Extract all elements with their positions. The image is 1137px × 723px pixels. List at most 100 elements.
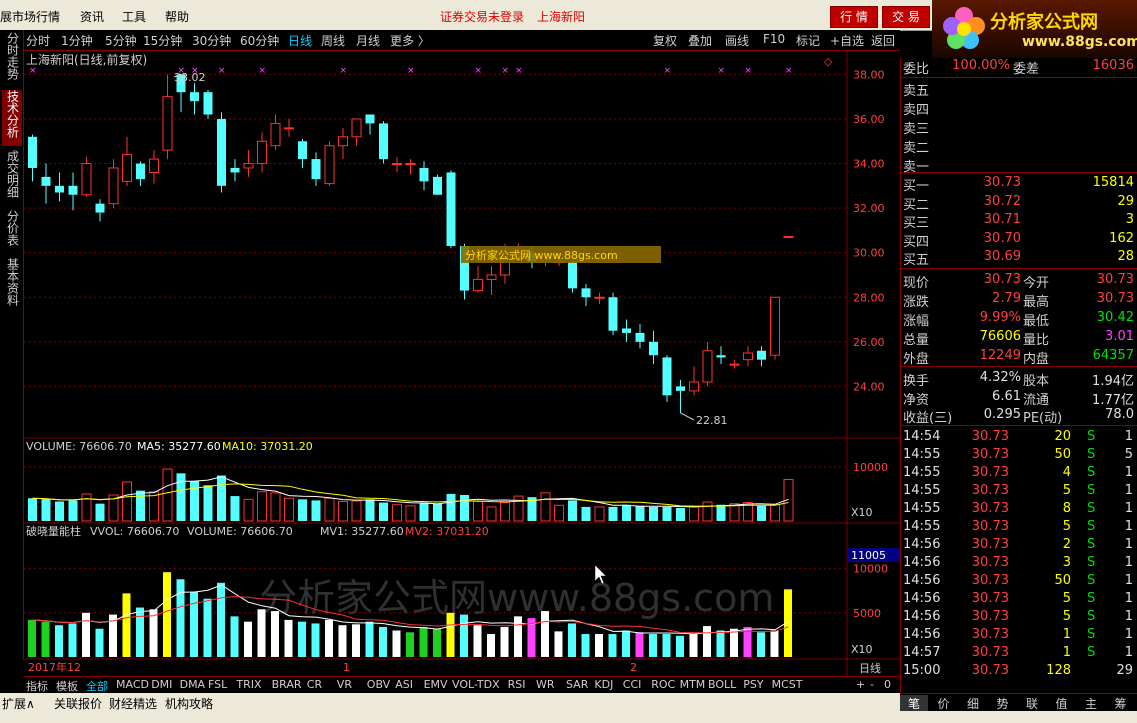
quote-subtab[interactable]: 值 (1048, 695, 1076, 712)
indicator-tab[interactable]: MTM (680, 678, 706, 691)
indicator-tab-control[interactable]: + (856, 678, 865, 691)
quote-subtab[interactable]: 主 (1077, 695, 1105, 712)
indicator-tab[interactable]: TRIX (236, 678, 261, 691)
indicator-tab[interactable]: SAR (566, 678, 588, 691)
weicha-value: 16036 (1092, 58, 1134, 73)
date-label-dec: 2017年12 (28, 660, 81, 674)
tick-count: 1 (1124, 591, 1133, 606)
menu-help[interactable]: 帮助 (165, 8, 189, 25)
volume-bar-up (270, 492, 281, 522)
quote-button[interactable]: 行 情 (830, 6, 878, 28)
period-tab-more[interactable]: 更多 〉 (390, 32, 430, 49)
indicator-tab[interactable]: 模板 (56, 678, 78, 694)
tick-time: 14:55 (903, 501, 941, 516)
related-quote-tab[interactable]: 关联报价 (54, 695, 102, 712)
volume-bar-down (649, 506, 658, 521)
quote-subtab[interactable]: 势 (989, 695, 1017, 712)
quote-subtab[interactable]: 笔 (900, 695, 928, 712)
period-tab-30min[interactable]: 30分钟 (192, 32, 231, 49)
stat-row: 现价 30.73 今开 30.73 (901, 272, 1137, 291)
quote-subtab[interactable]: 联 (1018, 695, 1046, 712)
overlay-button[interactable]: 叠加 (688, 32, 712, 49)
indicator-tab[interactable]: 全部 (86, 678, 108, 694)
indicator-tab[interactable]: WR (536, 678, 555, 691)
indicator-tab[interactable]: DMI (151, 678, 172, 691)
expand-button[interactable]: 扩展∧ (2, 695, 35, 712)
menu-tools[interactable]: 工具 (122, 8, 146, 25)
indicator-bar (149, 609, 158, 657)
indicator-bar (55, 625, 63, 657)
volume-bar-down (433, 503, 442, 521)
kline-chart[interactable]: 38.00 36.00 34.00 32.00 30.00 28.00 26.00 24.00… (24, 51, 900, 676)
indicator-tab[interactable]: FSL (208, 678, 227, 691)
indicator-tab-control[interactable]: - (870, 678, 874, 691)
period-tab-1min[interactable]: 1分钟 (61, 32, 93, 49)
tick-side: S (1087, 465, 1096, 480)
indicator-bar (311, 623, 320, 657)
volume-bar-up (284, 497, 294, 522)
draw-line-button[interactable]: 画线 (725, 32, 749, 49)
tick-price: 30.73 (971, 537, 1009, 552)
quote-subtab[interactable]: 筹 (1107, 695, 1135, 712)
volume-bar-up (392, 504, 402, 522)
period-tab-weekly[interactable]: 周线 (321, 32, 345, 49)
indicator-tab[interactable]: CR (307, 678, 322, 691)
indicator-tab[interactable]: ASI (395, 678, 413, 691)
indicator-tab[interactable]: CCI (623, 678, 642, 691)
price-tick-label: 24.00 (853, 380, 885, 393)
indicator-bar (244, 621, 252, 657)
indicator-tab[interactable]: EMV (424, 678, 448, 691)
left-tab-technical[interactable]: 技术分析 (2, 90, 22, 146)
indicator-tab-control[interactable]: 0 (884, 678, 891, 691)
finance-picks-tab[interactable]: 财经精选 (109, 695, 157, 712)
indicator-tab[interactable]: OBV (367, 678, 390, 691)
quote-subtab[interactable]: 细 (959, 695, 987, 712)
left-tab-technical-label: 技术分析 (5, 90, 20, 138)
indicator-tab[interactable]: DMA (180, 678, 206, 691)
left-tab-intraday[interactable]: 分时走势 (2, 32, 22, 88)
tick-price: 30.73 (971, 501, 1009, 516)
indicator-tab[interactable]: MCST (772, 678, 803, 691)
indicator-tab[interactable]: VOL-TDX (452, 678, 500, 691)
add-watchlist-button[interactable]: +自选 (830, 32, 864, 49)
indicator-tab[interactable]: ROC (651, 678, 675, 691)
volume-bar-down (230, 496, 240, 521)
period-tab-fenshi[interactable]: 分时 (26, 32, 50, 49)
indicator-tick-label: 5000 (853, 607, 881, 620)
mark-button[interactable]: 标记 (796, 32, 820, 49)
trade-button[interactable]: 交 易 (882, 6, 930, 28)
indicator-tab[interactable]: RSI (508, 678, 526, 691)
indicator-tab[interactable]: BOLL (708, 678, 736, 691)
indicator-tab[interactable]: VR (337, 678, 352, 691)
tick-side: S (1087, 429, 1096, 444)
left-tab-fundamentals[interactable]: 基本资料 (2, 258, 22, 314)
indicator-bar (568, 623, 576, 657)
indicator-bar (203, 598, 212, 657)
back-button[interactable]: 返回 (871, 32, 895, 49)
indicator-tab[interactable]: BRAR (272, 678, 302, 691)
left-tab-trades[interactable]: 成交明细 (2, 150, 22, 206)
quote-subtab[interactable]: 价 (930, 695, 958, 712)
buy-level-label: 买二 (903, 197, 930, 213)
volume-bar-down (676, 508, 685, 521)
indicator-mv2: MV2: 37031.20 (405, 525, 489, 538)
tick-side: S (1087, 501, 1096, 516)
menu-market[interactable]: 展市场行情 (0, 8, 60, 25)
period-tab-daily[interactable]: 日线 (288, 32, 312, 49)
period-tab-15min[interactable]: 15分钟 (143, 32, 182, 49)
left-tab-price-table[interactable]: 分价表 (2, 210, 22, 254)
period-tab-monthly[interactable]: 月线 (356, 32, 380, 49)
indicator-volume: VOLUME: 76606.70 (187, 525, 293, 538)
f10-button[interactable]: F10 (763, 32, 785, 46)
indicator-tab[interactable]: 指标 (26, 678, 48, 694)
menu-news[interactable]: 资讯 (80, 8, 104, 25)
indicator-tab[interactable]: KDJ (594, 678, 613, 691)
period-tab-60min[interactable]: 60分钟 (240, 32, 279, 49)
indicator-tab[interactable]: PSY (743, 678, 763, 691)
indicator-tab[interactable]: MACD (116, 678, 149, 691)
candle-body-down (41, 176, 51, 186)
restore-rights-button[interactable]: 复权 (653, 32, 677, 49)
buy-level: 买五 30.69 28 (901, 249, 1137, 268)
period-tab-5min[interactable]: 5分钟 (105, 32, 137, 49)
institution-tab[interactable]: 机构攻略 (165, 695, 213, 712)
